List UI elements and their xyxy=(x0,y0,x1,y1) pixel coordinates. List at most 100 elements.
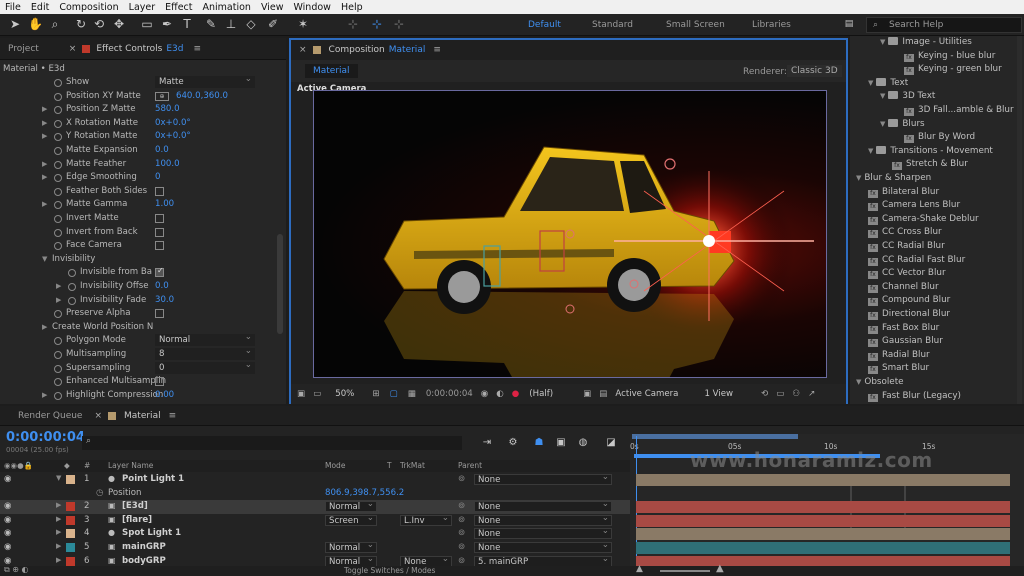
frame-blending-icon[interactable]: ▣ xyxy=(554,436,568,450)
layer-duration-bar[interactable] xyxy=(636,501,1010,514)
layer-duration-bar[interactable] xyxy=(636,528,1010,541)
effect-item[interactable]: fx Smart Blur xyxy=(852,363,1018,377)
effect-category[interactable]: ▼ Transitions - Movement xyxy=(852,145,1018,160)
effect-item[interactable]: fx Stretch & Blur xyxy=(852,159,1018,173)
effect-item[interactable]: fx CC Cross Blur xyxy=(852,227,1018,241)
effect-item[interactable]: fx Gaussian Blur xyxy=(852,336,1018,350)
layer-search-input[interactable]: ⌕ xyxy=(82,436,462,450)
brush-tool-icon[interactable]: ✎ xyxy=(204,17,218,31)
motion-blur-icon[interactable]: ◍ xyxy=(576,436,590,450)
close-icon[interactable]: × xyxy=(94,411,102,421)
rotate-tool-icon[interactable]: ↻ xyxy=(74,17,88,31)
effect-item[interactable]: fx Keying - blue blur xyxy=(852,51,1018,65)
effect-item[interactable]: fx CC Radial Blur xyxy=(852,241,1018,255)
frame-info: 00004 (25.00 fps) xyxy=(6,446,69,454)
effect-item[interactable]: fx Fast Box Blur xyxy=(852,323,1018,337)
work-area-bar[interactable] xyxy=(632,434,798,439)
collapse-triangle-icon[interactable]: ▼ xyxy=(868,147,873,155)
collapse-triangle-icon[interactable]: ▼ xyxy=(856,378,861,386)
puppet-pin-icon[interactable]: ✶ xyxy=(296,17,310,31)
menu-layer[interactable]: Layer xyxy=(124,2,161,13)
menu-edit[interactable]: Edit xyxy=(26,2,54,13)
draft-3d-icon[interactable]: ⚙ xyxy=(506,436,520,450)
effect-item[interactable]: fx CC Vector Blur xyxy=(852,268,1018,282)
track-camera-icon[interactable]: ✥ xyxy=(112,17,126,31)
timeline-zoom-slider[interactable] xyxy=(660,570,710,572)
view-axis-icon[interactable]: ⊹ xyxy=(392,17,406,31)
collapse-triangle-icon[interactable]: ▼ xyxy=(856,174,861,182)
effect-item[interactable]: fx Blur By Word xyxy=(852,132,1018,146)
panel-menu-icon[interactable]: ≡ xyxy=(169,411,177,421)
hand-tool-icon[interactable]: ✋ xyxy=(28,17,43,31)
type-tool-icon[interactable]: T xyxy=(180,17,194,31)
effect-category[interactable]: ▼ 3D Text xyxy=(852,91,1018,105)
column-trkmat[interactable]: TrkMat xyxy=(400,461,425,470)
graph-editor-icon[interactable]: ◪ xyxy=(604,436,618,450)
layer-bars xyxy=(0,473,1024,568)
effect-label: Gaussian Blur xyxy=(882,336,943,347)
column-mode[interactable]: Mode xyxy=(325,461,345,470)
menu-effect[interactable]: Effect xyxy=(160,2,197,13)
workspace-libraries[interactable]: Libraries xyxy=(752,20,791,30)
zoom-in-icon[interactable]: ▲ xyxy=(716,563,724,574)
search-help-input[interactable]: ⌕ Search Help xyxy=(866,17,1022,33)
roto-brush-icon[interactable]: ✐ xyxy=(266,17,280,31)
comp-mini-flowchart-icon[interactable]: ⇥ xyxy=(480,436,494,450)
timeline-timecode[interactable]: 0:00:00:04 xyxy=(6,430,85,445)
effect-item[interactable]: fx Camera-Shake Deblur xyxy=(852,214,1018,228)
menu-view[interactable]: View xyxy=(256,2,289,13)
menu-animation[interactable]: Animation xyxy=(198,2,256,13)
column-layer-name[interactable]: Layer Name xyxy=(108,461,153,470)
layer-duration-bar[interactable] xyxy=(636,542,1010,554)
effect-item[interactable]: fx Bilateral Blur xyxy=(852,187,1018,201)
menu-composition[interactable]: Composition xyxy=(54,2,123,13)
collapse-triangle-icon[interactable]: ▼ xyxy=(868,79,873,87)
effect-item[interactable]: fx CC Radial Fast Blur xyxy=(852,255,1018,269)
zoom-out-icon[interactable]: ▲ xyxy=(636,564,643,574)
tab-material-timeline[interactable]: Material xyxy=(124,411,161,421)
effect-item[interactable]: fx 3D Fall...amble & Blur xyxy=(852,105,1018,119)
effect-item[interactable]: fx Channel Blur xyxy=(852,282,1018,296)
shy-layers-icon[interactable]: ☗ xyxy=(532,436,546,450)
collapse-triangle-icon[interactable]: ▼ xyxy=(880,120,885,128)
workspace-default[interactable]: Default xyxy=(528,20,561,30)
workspace-small-screen[interactable]: Small Screen xyxy=(666,20,725,30)
layer-duration-bar[interactable] xyxy=(636,514,1010,527)
zoom-tool-icon[interactable]: ⌕ xyxy=(48,17,62,31)
layer-switches-icon[interactable]: ⧉ ⊕ ◐ xyxy=(4,565,28,575)
menu-window[interactable]: Window xyxy=(288,2,335,13)
workspace-standard[interactable]: Standard xyxy=(592,20,633,30)
effect-category[interactable]: ▼ Blur & Sharpen xyxy=(852,173,1018,187)
effect-item[interactable]: fx Compound Blur xyxy=(852,295,1018,309)
selection-tool-icon[interactable]: ➤ xyxy=(8,17,22,31)
rectangle-tool-icon[interactable]: ▭ xyxy=(140,17,154,31)
orbit-camera-icon[interactable]: ⟲ xyxy=(92,17,106,31)
effect-label: CC Cross Blur xyxy=(882,227,942,238)
collapse-triangle-icon[interactable]: ▼ xyxy=(880,38,885,46)
workspace-menu-icon[interactable]: ▤ xyxy=(842,17,856,31)
effect-item[interactable]: fx Camera Lens Blur xyxy=(852,200,1018,214)
effect-icon: fx xyxy=(904,108,914,116)
menu-file[interactable]: File xyxy=(0,2,26,13)
effects-presets-panel: ▼ Image - Utilities fx Keying - blue blur fx… xyxy=(850,36,1024,404)
collapse-triangle-icon[interactable]: ▼ xyxy=(880,92,885,100)
clone-stamp-icon[interactable]: ⊥ xyxy=(224,17,238,31)
menu-help[interactable]: Help xyxy=(336,2,368,13)
effect-item[interactable]: fx Directional Blur xyxy=(852,309,1018,323)
effect-category[interactable]: ▼ Obsolete xyxy=(852,377,1018,391)
toggle-switches-modes-button[interactable]: Toggle Switches / Modes xyxy=(344,566,435,575)
tab-render-queue[interactable]: Render Queue xyxy=(18,411,82,421)
column-parent[interactable]: Parent xyxy=(458,461,482,470)
layer-duration-bar[interactable] xyxy=(636,474,1010,486)
effect-category[interactable]: ▼ Text xyxy=(852,77,1018,92)
scrollbar[interactable] xyxy=(1017,36,1022,404)
pen-tool-icon[interactable]: ✒ xyxy=(160,17,174,31)
eraser-tool-icon[interactable]: ◇ xyxy=(244,17,258,31)
effect-category[interactable]: ▼ Image - Utilities xyxy=(852,37,1018,51)
local-axis-icon[interactable]: ⊹ xyxy=(346,17,360,31)
effect-item[interactable]: fx Radial Blur xyxy=(852,350,1018,364)
effect-item[interactable]: fx Fast Blur (Legacy) xyxy=(852,391,1018,405)
world-axis-icon[interactable]: ⊹ xyxy=(370,17,384,31)
effect-item[interactable]: fx Keying - green blur xyxy=(852,64,1018,78)
effect-category[interactable]: ▼ Blurs xyxy=(852,118,1018,133)
